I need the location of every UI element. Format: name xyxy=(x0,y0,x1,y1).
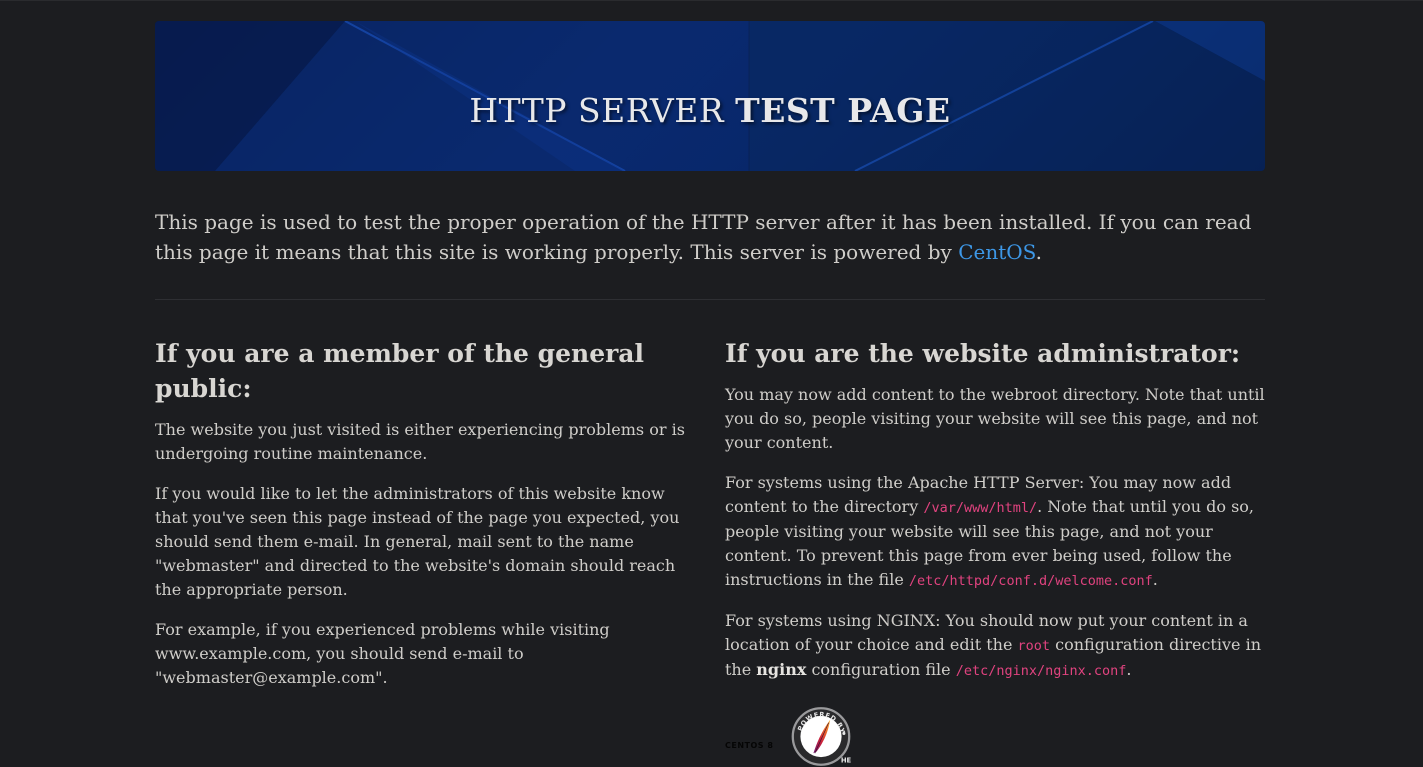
admin-paragraph-3: For systems using NGINX: You should now … xyxy=(725,609,1265,683)
public-section: If you are a member of the general publi… xyxy=(155,336,695,706)
banner-title-bold: TEST PAGE xyxy=(735,91,951,130)
public-paragraph-2: If you would like to let the administrat… xyxy=(155,484,680,599)
banner-title-light: HTTP SERVER xyxy=(469,91,725,130)
banner-title: HTTP SERVER TEST PAGE xyxy=(155,94,1265,127)
nginx-bold: nginx xyxy=(756,660,807,679)
webroot-path-code: /var/www/html/ xyxy=(923,500,1038,516)
nginx-conf-path-code: /etc/nginx/nginx.conf xyxy=(955,663,1127,679)
admin-p2-text-c: . xyxy=(1152,570,1158,589)
intro-text: This page is used to test the proper ope… xyxy=(155,210,1252,264)
section-divider xyxy=(155,299,1265,300)
apache-ring-text-2: HE xyxy=(841,756,852,764)
admin-paragraph-1: You may now add content to the webroot d… xyxy=(725,385,1265,452)
root-directive-code: root xyxy=(1017,638,1051,654)
centos-link[interactable]: CentOS xyxy=(958,240,1035,264)
admin-heading: If you are the website administrator: xyxy=(725,339,1241,368)
apache-badge[interactable]: POWERED BY HE xyxy=(781,706,861,767)
intro-paragraph: This page is used to test the proper ope… xyxy=(155,207,1265,267)
top-border xyxy=(0,0,1423,1)
admin-section: If you are the website administrator: Yo… xyxy=(725,336,1265,699)
public-paragraph-1: The website you just visited is either e… xyxy=(155,420,685,463)
intro-end: . xyxy=(1035,240,1042,264)
admin-paragraph-2: For systems using the Apache HTTP Server… xyxy=(725,471,1265,593)
header-banner: HTTP SERVER TEST PAGE xyxy=(155,21,1265,171)
admin-p3-text-c: configuration file xyxy=(806,660,956,679)
public-heading: If you are a member of the general publi… xyxy=(155,339,644,403)
welcome-conf-path-code: /etc/httpd/conf.d/welcome.conf xyxy=(908,573,1153,589)
apache-feather-icon: POWERED BY HE xyxy=(791,707,852,766)
powered-by-badges: CENTOS 8 POWERED BY HE xyxy=(725,706,1025,767)
centos-badge[interactable]: CENTOS 8 xyxy=(725,741,773,750)
admin-p3-text-d: . xyxy=(1126,660,1132,679)
public-paragraph-3: For example, if you experienced problems… xyxy=(155,620,610,687)
